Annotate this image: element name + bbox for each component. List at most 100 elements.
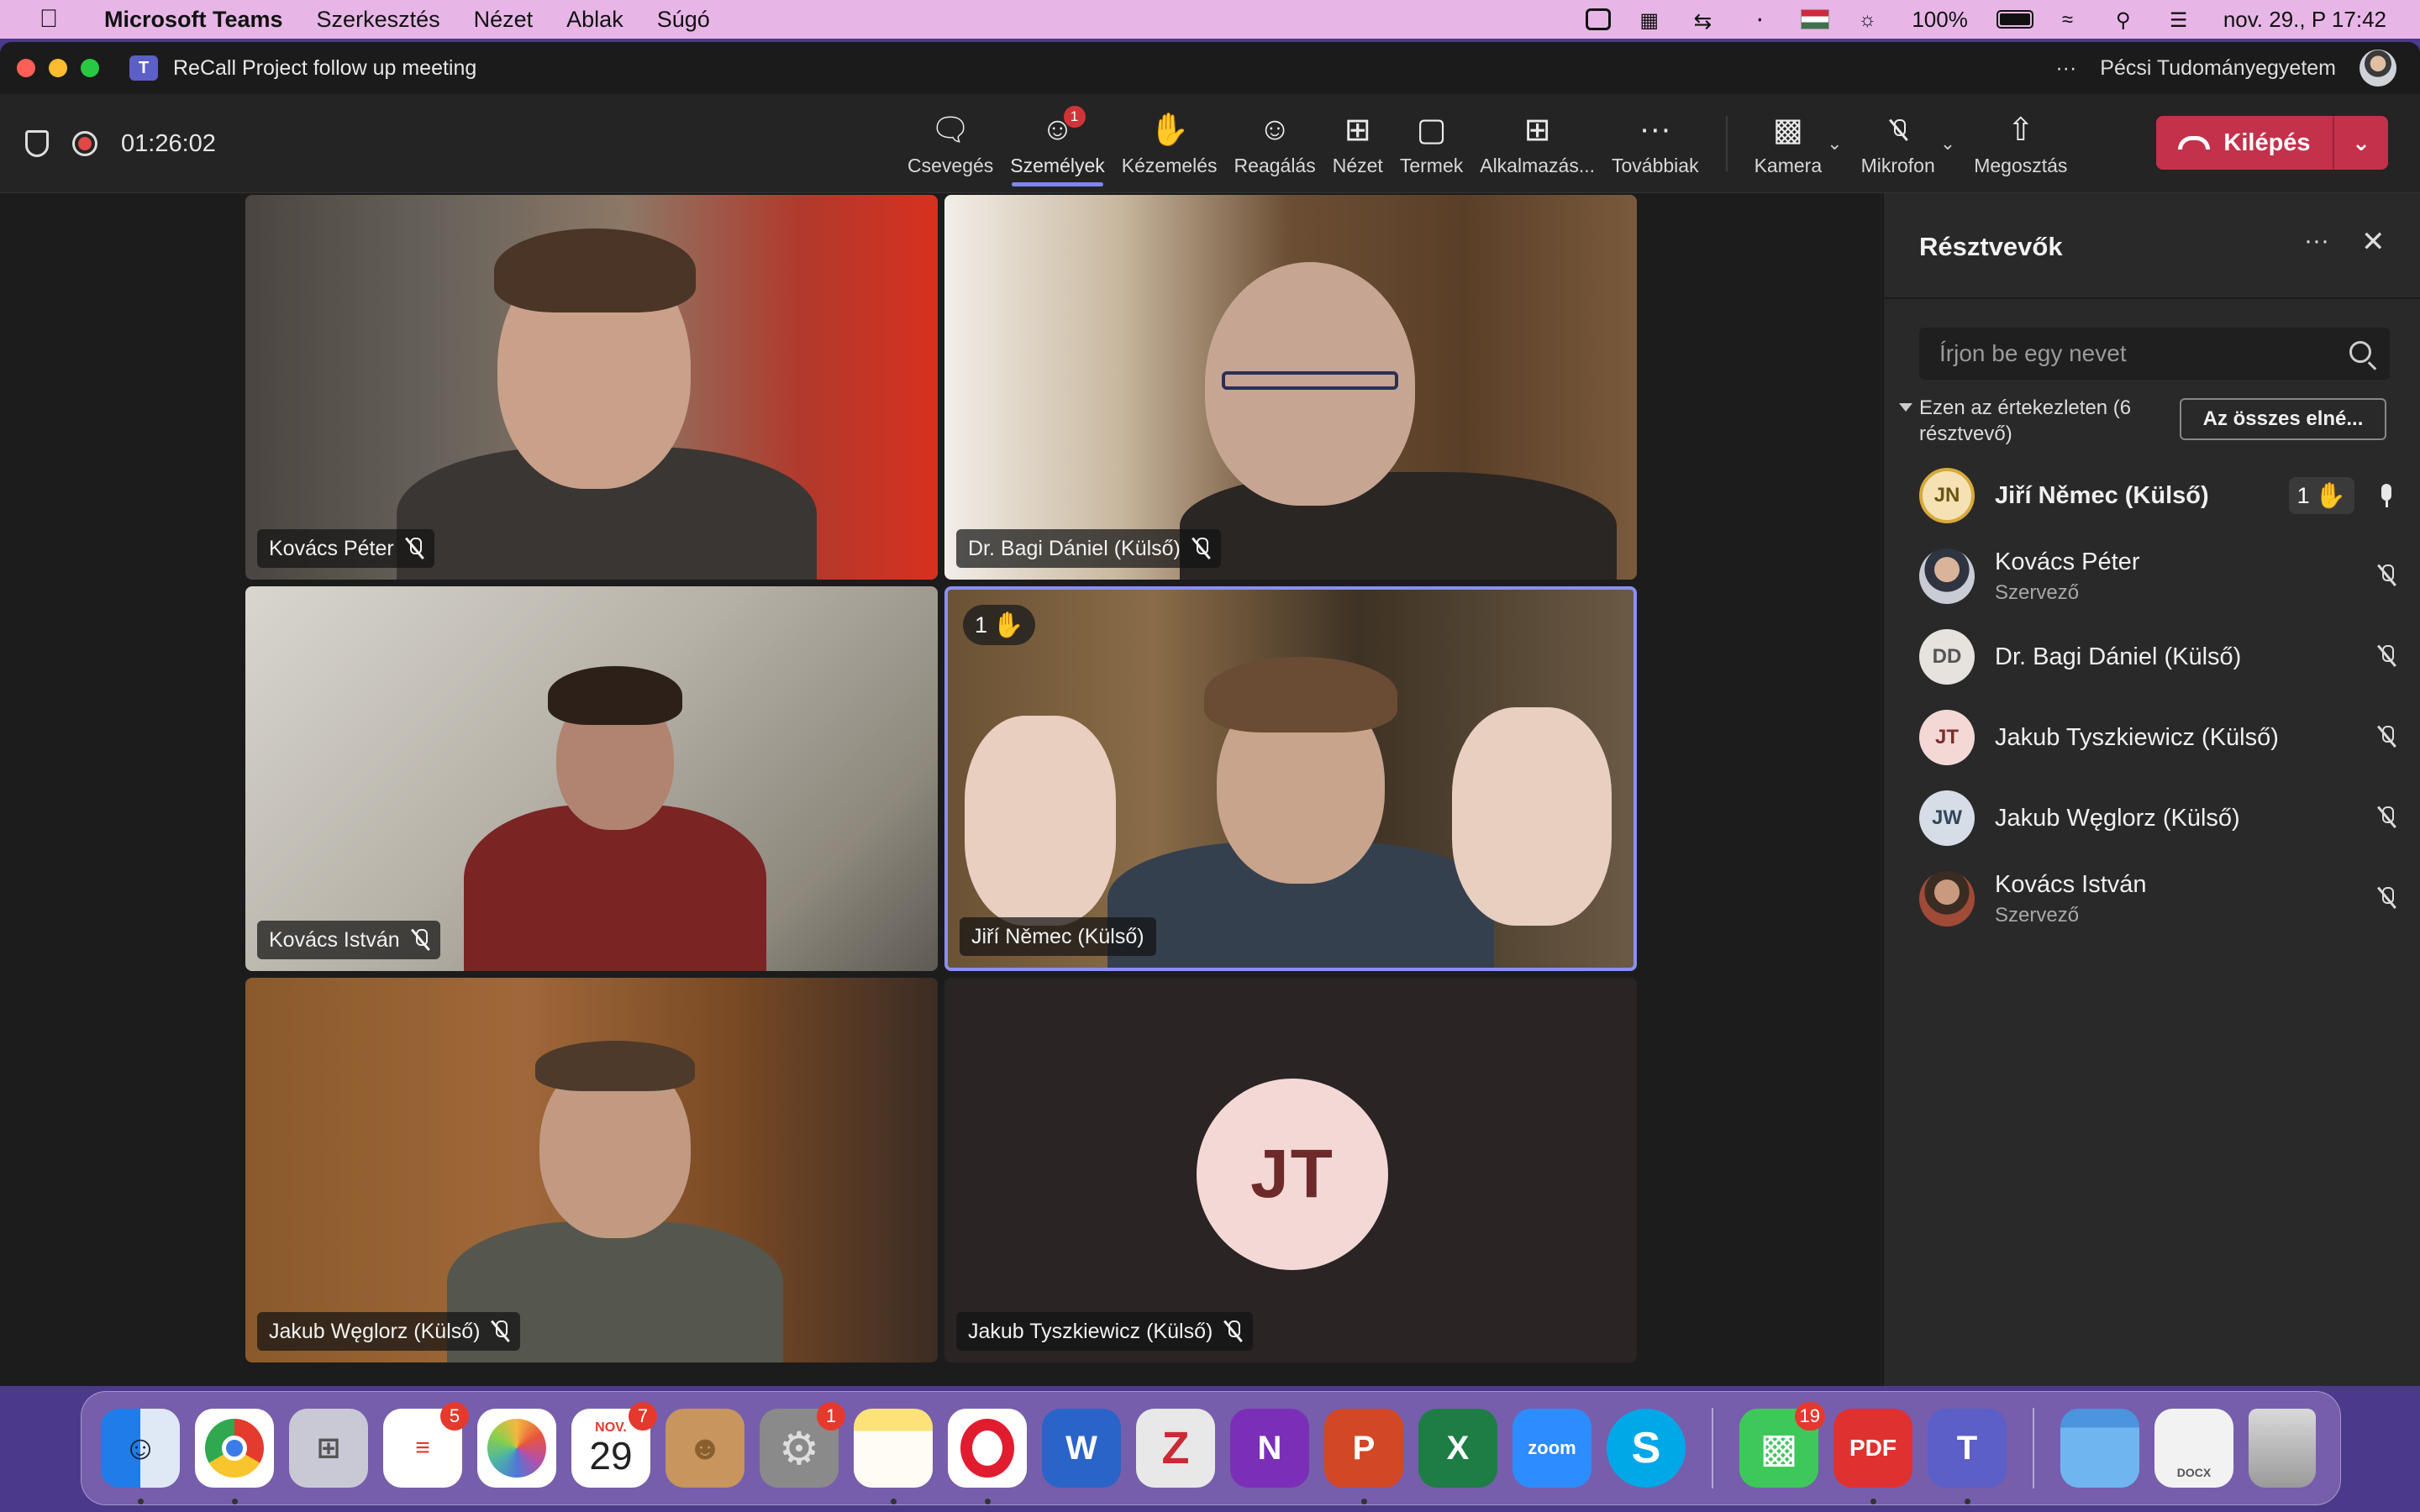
apps-button[interactable]: ⊞ Alkalmazás...	[1471, 94, 1603, 193]
people-button[interactable]: ☺ 1 Személyek	[1002, 94, 1113, 193]
search-placeholder: Írjon be egy nevet	[1939, 340, 2127, 366]
apps-icon: ⊞	[1523, 113, 1551, 148]
user-avatar[interactable]	[2360, 50, 2396, 87]
hungarian-flag-icon[interactable]	[1801, 9, 1830, 29]
maximize-window-button[interactable]	[81, 59, 99, 77]
rooms-icon: ▢	[1416, 113, 1447, 148]
close-icon[interactable]: ✕	[2361, 225, 2386, 259]
folder-icon[interactable]	[2060, 1409, 2139, 1488]
view-button[interactable]: ⊞ Nézet	[1324, 94, 1392, 193]
mic-button[interactable]: Mikrofon	[1853, 94, 1944, 193]
menubar-clock[interactable]: nov. 29., P 17:42	[2223, 7, 2386, 33]
chrome-icon[interactable]	[195, 1409, 274, 1504]
participant-row[interactable]: Kovács Péter Szervező	[1919, 536, 2398, 617]
close-window-button[interactable]	[17, 59, 35, 77]
participant-row[interactable]: JN Jiří Němec (Külső) 1 ✋	[1919, 455, 2398, 536]
system-settings-icon[interactable]: ⚙ 1	[760, 1402, 845, 1488]
launchpad-icon[interactable]: ⊞	[289, 1409, 368, 1488]
sync-icon[interactable]: ⇆	[1693, 8, 1718, 34]
teams-icon[interactable]: T	[1928, 1409, 2007, 1504]
menu-sugo[interactable]: Súgó	[657, 7, 710, 33]
minimize-window-button[interactable]	[49, 59, 67, 77]
muted-mic-icon	[2378, 887, 2395, 909]
pdf-expert-icon[interactable]: PDF	[1833, 1409, 1912, 1504]
divider	[1884, 297, 2420, 299]
participant-role: Szervező	[1995, 580, 2080, 604]
search-icon[interactable]	[2349, 341, 2371, 363]
apple-menu-icon[interactable]: 	[30, 5, 67, 34]
participant-row[interactable]: DD Dr. Bagi Dániel (Külső)	[1919, 617, 2398, 697]
screenshot-icon[interactable]: ▦	[1639, 8, 1665, 32]
camera-icon: ▩	[1772, 113, 1803, 148]
more-button[interactable]: ··· Továbbiak	[1603, 94, 1707, 193]
share-button[interactable]: ⇧ Megosztás	[1965, 94, 2075, 193]
muted-mic-icon	[412, 929, 429, 951]
onenote-icon[interactable]: N	[1230, 1409, 1309, 1488]
search-icon[interactable]: ⚲	[2116, 8, 2141, 32]
settings-badge: 1	[817, 1402, 845, 1431]
participant-name: Jiří Němec (Külső)	[1995, 481, 2209, 509]
camera-button[interactable]: ▩ Kamera	[1746, 94, 1831, 193]
video-tile[interactable]: Kovács Péter	[245, 195, 938, 580]
react-button[interactable]: ☺ Reagálás	[1226, 94, 1324, 193]
control-center-icon[interactable]: ☰	[2170, 8, 2195, 32]
facetime-icon[interactable]: ▩ 19	[1739, 1402, 1825, 1488]
facetime-badge: 19	[1794, 1402, 1825, 1431]
word-icon[interactable]: W	[1042, 1409, 1121, 1488]
menu-szerkesztes[interactable]: Szerkesztés	[317, 7, 440, 33]
raise-hand-button[interactable]: ✋ Kézemelés	[1113, 94, 1226, 193]
muted-mic-icon	[2378, 806, 2395, 828]
video-tile[interactable]: Dr. Bagi Dániel (Külső)	[944, 195, 1637, 580]
reminders-icon[interactable]: ≡ 5	[383, 1402, 469, 1488]
participant-name: Dr. Bagi Dániel (Külső)	[1995, 643, 2242, 670]
contacts-icon[interactable]: ☻	[666, 1409, 744, 1488]
app-menu[interactable]: Microsoft Teams	[104, 7, 283, 33]
video-tile[interactable]: JT Jakub Tyszkiewicz (Külső)	[944, 978, 1637, 1362]
zoom-icon[interactable]: zoom	[1512, 1409, 1591, 1488]
chat-button[interactable]: 🗨 Csevegés	[899, 94, 1002, 193]
finder-icon[interactable]: ☺	[101, 1409, 180, 1504]
brightness-icon[interactable]: ☼	[1858, 8, 1883, 31]
shield-icon[interactable]	[25, 130, 49, 157]
meeting-toolbar: 01:26:02 🗨 Csevegés ☺ 1 Személyek ✋ Kézem…	[0, 94, 2420, 193]
participant-row[interactable]: JT Jakub Tyszkiewicz (Külső)	[1919, 697, 2398, 778]
participant-row[interactable]: Kovács István Szervező	[1919, 858, 2398, 939]
leave-button[interactable]: Kilépés	[2156, 116, 2334, 170]
muted-mic-icon	[2378, 564, 2395, 586]
video-tile[interactable]: Kovács István	[245, 586, 938, 971]
wifi-icon[interactable]: ≈	[2062, 8, 2087, 31]
status-icon[interactable]	[1586, 8, 1612, 30]
menu-ablak[interactable]: Ablak	[566, 7, 623, 33]
more-options-icon[interactable]: ···	[2304, 227, 2329, 255]
bluetooth-icon[interactable]: ᛫	[1747, 8, 1772, 34]
powerpoint-icon[interactable]: P	[1324, 1409, 1403, 1504]
section-header[interactable]: Ezen az értekezleten (6 résztvevő)	[1899, 395, 2134, 447]
view-label: Nézet	[1332, 154, 1383, 176]
video-tile-active-speaker[interactable]: 1 ✋ Jiří Němec (Külső)	[944, 586, 1637, 971]
excel-icon[interactable]: X	[1418, 1409, 1497, 1488]
org-name[interactable]: Pécsi Tudományegyetem	[2100, 56, 2336, 81]
document-label: DOCX	[2176, 1466, 2212, 1479]
photos-icon[interactable]	[477, 1409, 556, 1488]
participant-list: JN Jiří Němec (Külső) 1 ✋ Kovács Péter Sz…	[1919, 455, 2398, 939]
leave-options-chevron-icon[interactable]: ⌄	[2334, 130, 2388, 156]
admit-all-button[interactable]: Az összes elné...	[2180, 398, 2386, 440]
participant-figure	[1180, 472, 1617, 580]
skype-icon[interactable]: S	[1607, 1409, 1686, 1488]
calendar-icon[interactable]: NOV. 29 7	[571, 1402, 657, 1488]
raise-hand-icon: ✋	[992, 611, 1024, 639]
notes-icon[interactable]	[854, 1409, 933, 1504]
zotero-icon[interactable]: Z	[1136, 1409, 1215, 1488]
search-input[interactable]: Írjon be egy nevet	[1919, 328, 2390, 380]
video-tile[interactable]: Jakub Węglorz (Külső)	[245, 978, 938, 1362]
opera-icon[interactable]	[948, 1409, 1027, 1504]
menu-nezet[interactable]: Nézet	[474, 7, 534, 33]
battery-icon[interactable]	[1996, 10, 2033, 29]
document-icon[interactable]: DOCX	[2154, 1409, 2233, 1488]
rooms-button[interactable]: ▢ Termek	[1392, 94, 1471, 193]
participant-row[interactable]: JW Jakub Węglorz (Külső)	[1919, 778, 2398, 858]
participant-name: Jakub Tyszkiewicz (Külső)	[1995, 723, 2279, 751]
trash-icon[interactable]	[2249, 1409, 2316, 1488]
more-options-icon[interactable]: ···	[2055, 56, 2076, 81]
avatar: JT	[1197, 1079, 1388, 1270]
